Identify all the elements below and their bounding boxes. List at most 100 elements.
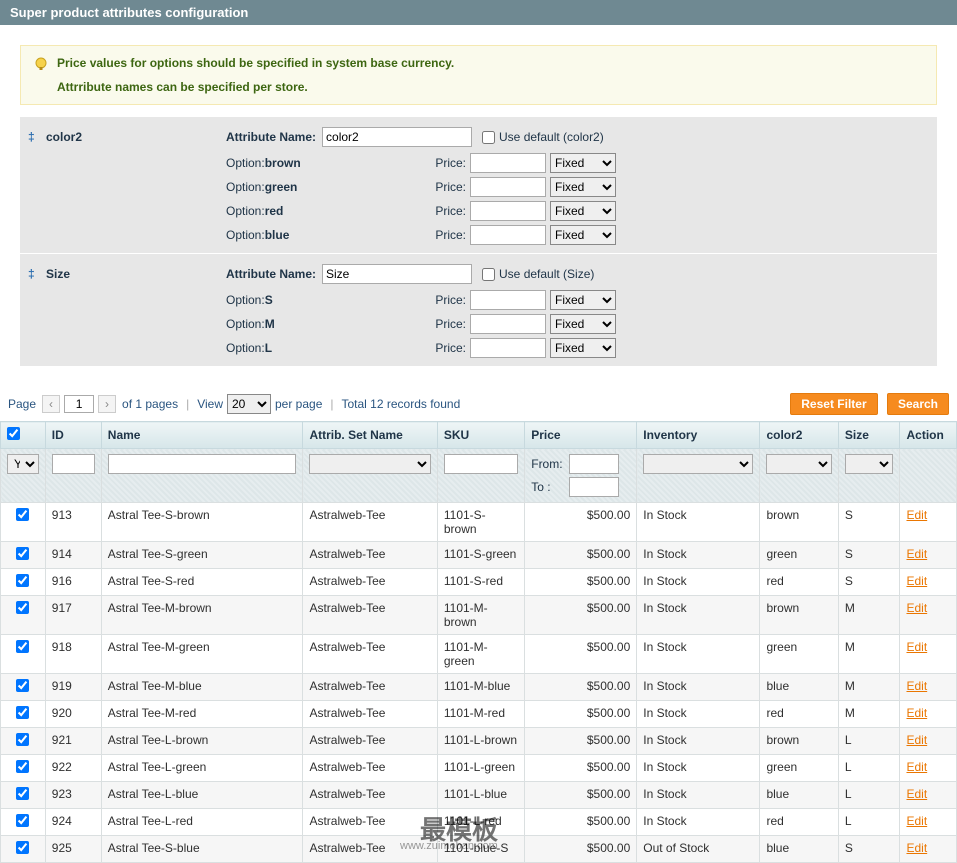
row-checkbox[interactable] (16, 706, 29, 719)
use-default-checkbox[interactable] (482, 131, 495, 144)
filter-inventory[interactable] (643, 454, 753, 474)
cell-price: $500.00 (525, 635, 637, 674)
cell-size: M (838, 596, 900, 635)
table-row[interactable]: 917Astral Tee-M-brownAstralweb-Tee1101-M… (1, 596, 957, 635)
col-size[interactable]: Size (838, 422, 900, 449)
col-attrset[interactable]: Attrib. Set Name (303, 422, 437, 449)
price-input[interactable] (470, 201, 546, 221)
drag-handle-icon[interactable]: ‡ (28, 130, 40, 144)
table-row[interactable]: 916Astral Tee-S-redAstralweb-Tee1101-S-r… (1, 569, 957, 596)
drag-handle-icon[interactable]: ‡ (28, 267, 40, 281)
filter-id[interactable] (52, 454, 95, 474)
price-type-select[interactable]: Fixed (550, 314, 616, 334)
edit-link[interactable]: Edit (906, 640, 927, 654)
attribute-name-input[interactable] (322, 264, 472, 284)
table-row[interactable]: 921Astral Tee-L-brownAstralweb-Tee1101-L… (1, 728, 957, 755)
attribute-name-input[interactable] (322, 127, 472, 147)
price-label: Price: (435, 293, 466, 307)
edit-link[interactable]: Edit (906, 601, 927, 615)
edit-link[interactable]: Edit (906, 814, 927, 828)
page-input[interactable] (64, 395, 94, 413)
edit-link[interactable]: Edit (906, 679, 927, 693)
price-type-select[interactable]: Fixed (550, 338, 616, 358)
price-type-select[interactable]: Fixed (550, 177, 616, 197)
option-row: Option: MPrice:Fixed (226, 314, 929, 334)
edit-link[interactable]: Edit (906, 574, 927, 588)
row-checkbox[interactable] (16, 601, 29, 614)
cell-size: L (838, 809, 900, 836)
row-checkbox[interactable] (16, 814, 29, 827)
price-type-select[interactable]: Fixed (550, 153, 616, 173)
row-checkbox[interactable] (16, 574, 29, 587)
table-row[interactable]: 914Astral Tee-S-greenAstralweb-Tee1101-S… (1, 542, 957, 569)
edit-link[interactable]: Edit (906, 706, 927, 720)
row-checkbox[interactable] (16, 640, 29, 653)
table-row[interactable]: 925Astral Tee-S-blueAstralweb-Tee1101-bl… (1, 836, 957, 863)
filter-size[interactable] (845, 454, 894, 474)
col-sku[interactable]: SKU (437, 422, 524, 449)
row-checkbox[interactable] (16, 733, 29, 746)
cell-size: L (838, 782, 900, 809)
cell-price: $500.00 (525, 728, 637, 755)
price-input[interactable] (470, 290, 546, 310)
filter-name[interactable] (108, 454, 297, 474)
edit-link[interactable]: Edit (906, 508, 927, 522)
filter-price-from[interactable] (569, 454, 619, 474)
row-checkbox[interactable] (16, 547, 29, 560)
price-input[interactable] (470, 177, 546, 197)
table-row[interactable]: 922Astral Tee-L-greenAstralweb-Tee1101-L… (1, 755, 957, 782)
price-type-select[interactable]: Fixed (550, 290, 616, 310)
page-next-button[interactable]: › (98, 395, 116, 413)
cell-size: M (838, 635, 900, 674)
filter-color2[interactable] (766, 454, 831, 474)
table-row[interactable]: 924Astral Tee-L-redAstralweb-Tee1101-L-r… (1, 809, 957, 836)
table-row[interactable]: 918Astral Tee-M-greenAstralweb-Tee1101-M… (1, 635, 957, 674)
reset-filter-button[interactable]: Reset Filter (790, 393, 877, 415)
price-type-select[interactable]: Fixed (550, 201, 616, 221)
price-type-select[interactable]: Fixed (550, 225, 616, 245)
cell-price: $500.00 (525, 755, 637, 782)
price-input[interactable] (470, 153, 546, 173)
cell-color2: red (760, 701, 838, 728)
table-row[interactable]: 919Astral Tee-M-blueAstralweb-Tee1101-M-… (1, 674, 957, 701)
cell-price: $500.00 (525, 596, 637, 635)
col-id[interactable]: ID (45, 422, 101, 449)
cell-name: Astral Tee-S-green (101, 542, 303, 569)
edit-link[interactable]: Edit (906, 787, 927, 801)
col-action: Action (900, 422, 957, 449)
cell-size: S (838, 569, 900, 596)
price-input[interactable] (470, 338, 546, 358)
cell-price: $500.00 (525, 674, 637, 701)
per-page-select[interactable]: 20 (227, 394, 271, 414)
col-name[interactable]: Name (101, 422, 303, 449)
filter-attrset[interactable] (309, 454, 430, 474)
price-input[interactable] (470, 314, 546, 334)
filter-sku[interactable] (444, 454, 518, 474)
edit-link[interactable]: Edit (906, 547, 927, 561)
price-input[interactable] (470, 225, 546, 245)
page-prev-button[interactable]: ‹ (42, 395, 60, 413)
table-row[interactable]: 913Astral Tee-S-brownAstralweb-Tee1101-S… (1, 503, 957, 542)
cell-attrset: Astralweb-Tee (303, 728, 437, 755)
row-checkbox[interactable] (16, 508, 29, 521)
row-checkbox[interactable] (16, 787, 29, 800)
table-row[interactable]: 923Astral Tee-L-blueAstralweb-Tee1101-L-… (1, 782, 957, 809)
edit-link[interactable]: Edit (906, 760, 927, 774)
row-checkbox[interactable] (16, 679, 29, 692)
table-row[interactable]: 920Astral Tee-M-redAstralweb-Tee1101-M-r… (1, 701, 957, 728)
search-button[interactable]: Search (887, 393, 949, 415)
cell-color2: green (760, 635, 838, 674)
row-checkbox[interactable] (16, 760, 29, 773)
row-checkbox[interactable] (16, 841, 29, 854)
edit-link[interactable]: Edit (906, 733, 927, 747)
col-color2[interactable]: color2 (760, 422, 838, 449)
use-default-checkbox[interactable] (482, 268, 495, 281)
cell-color2: red (760, 809, 838, 836)
select-all-checkbox[interactable] (7, 427, 20, 440)
col-inventory[interactable]: Inventory (637, 422, 760, 449)
price-label: Price: (435, 341, 466, 355)
cell-sku: 1101-L-green (437, 755, 524, 782)
filter-select-any[interactable]: Yes (7, 454, 39, 474)
filter-price-to[interactable] (569, 477, 619, 497)
col-price[interactable]: Price (525, 422, 637, 449)
